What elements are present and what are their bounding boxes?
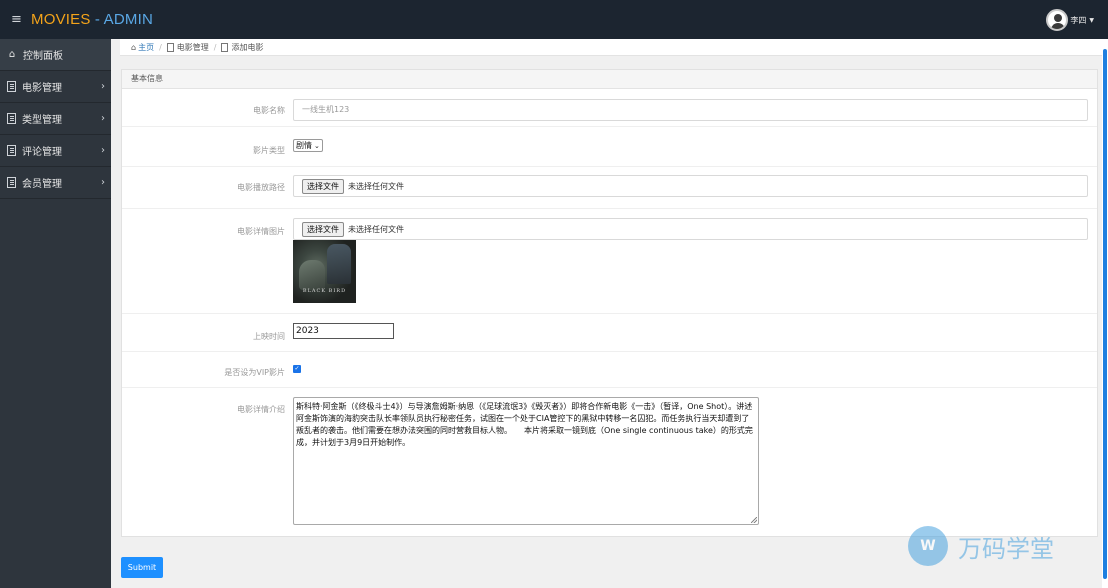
breadcrumb-current: 添加电影 [231,42,264,52]
image-label: 电影详情图片 [237,227,285,236]
intro-text: 斯科特·阿金斯（《终极斗士4》）与导演詹姆斯·纳恩（《足球流氓3》《毁灭者》）即… [296,402,753,447]
form-row-name: 电影名称 一线生机123 [122,90,1097,127]
name-label: 电影名称 [253,106,285,115]
brand-part1: MOVIES [31,11,91,28]
avatar-icon [1046,9,1069,31]
page-scrollbar[interactable] [1102,39,1108,588]
chevron-right-icon: › [101,81,105,92]
form-row-vip: 是否设为VIP影片 ✓ [122,352,1097,388]
release-date-label: 上映时间 [253,332,285,341]
document-icon [7,113,16,124]
document-icon [7,81,16,92]
movie-name-input[interactable]: 一线生机123 [293,99,1088,121]
sidebar-item-comments[interactable]: 评论管理 › [0,135,111,167]
movie-type-select[interactable]: 剧情 ⌄ [293,139,323,152]
form-row-image: 电影详情图片 选择文件 未选择任何文件 BLACK BIRD [122,209,1097,314]
no-file-text: 未选择任何文件 [348,224,404,234]
watermark-logo-icon: W [908,526,948,566]
document-icon [166,42,174,52]
vip-checkbox[interactable]: ✓ [293,365,301,373]
basic-info-panel: 基本信息 电影名称 一线生机123 影片类型 剧情 ⌄ 电影播放路径 选择文件 … [121,69,1098,537]
document-icon [7,177,16,188]
form-row-video: 电影播放路径 选择文件 未选择任何文件 [122,167,1097,209]
watermark: W 万码学堂 [908,526,1054,566]
movie-poster-thumbnail: BLACK BIRD [293,240,356,303]
main-content: ⌂ 主页 / 电影管理 / 添加电影 基本信息 电影名称 一线生机123 影片类… [111,39,1102,588]
user-menu[interactable]: 李四 ▼ [1046,9,1094,31]
sidebar-item-label: 类型管理 [22,115,62,126]
brand-logo[interactable]: MOVIES - ADMIN [31,11,153,28]
watermark-text: 万码学堂 [958,534,1054,563]
form-row-intro: 电影详情介绍 斯科特·阿金斯（《终极斗士4》）与导演詹姆斯·纳恩（《足球流氓3》… [122,388,1097,536]
choose-file-button[interactable]: 选择文件 [302,221,344,237]
release-date-input[interactable]: 2023 [293,323,394,339]
sidebar-item-types[interactable]: 类型管理 › [0,103,111,135]
resize-grip-icon[interactable] [751,517,757,523]
video-file-input[interactable]: 选择文件 未选择任何文件 [293,175,1088,197]
form-row-date: 上映时间 2023 [122,314,1097,352]
menu-toggle-icon[interactable]: ≡ [11,12,25,27]
poster-title: BLACK BIRD [302,288,347,294]
type-label: 影片类型 [253,146,285,155]
caret-down-icon: ▼ [1089,16,1094,24]
sidebar-item-label: 会员管理 [22,179,62,190]
breadcrumb: ⌂ 主页 / 电影管理 / 添加电影 [120,39,1102,56]
sidebar-item-dashboard[interactable]: ⌂ 控制面板 [0,39,111,71]
chevron-right-icon: › [101,113,105,124]
sidebar-item-label: 电影管理 [22,83,62,94]
intro-label: 电影详情介绍 [237,405,285,414]
no-file-text: 未选择任何文件 [348,181,404,191]
image-file-input[interactable]: 选择文件 未选择任何文件 [293,218,1088,240]
sidebar-item-label: 评论管理 [22,147,62,158]
sidebar: ⌂ 控制面板 电影管理 › 类型管理 › 评论管理 › 会员管理 › [0,39,111,588]
scrollbar-thumb[interactable] [1103,49,1107,579]
panel-title: 基本信息 [122,70,1097,89]
sidebar-item-label: 控制面板 [23,51,63,62]
form-row-type: 影片类型 剧情 ⌄ [122,127,1097,167]
chevron-right-icon: › [101,177,105,188]
top-navbar: ≡ MOVIES - ADMIN 李四 ▼ [0,0,1108,39]
home-icon: ⌂ [8,49,16,60]
breadcrumb-separator: / [159,42,162,52]
sidebar-item-movies[interactable]: 电影管理 › [0,71,111,103]
breadcrumb-home-link[interactable]: 主页 [138,42,154,53]
edit-icon [221,42,229,52]
vip-label: 是否设为VIP影片 [224,368,285,377]
video-path-label: 电影播放路径 [237,183,285,192]
choose-file-button[interactable]: 选择文件 [302,178,344,194]
home-icon: ⌂ [131,42,137,52]
submit-button[interactable]: Submit [121,557,163,578]
breadcrumb-section: 电影管理 [176,42,209,52]
chevron-down-icon: ⌄ [314,141,320,150]
intro-textarea[interactable]: 斯科特·阿金斯（《终极斗士4》）与导演詹姆斯·纳恩（《足球流氓3》《毁灭者》）即… [293,397,759,525]
breadcrumb-separator: / [213,42,217,52]
sidebar-item-members[interactable]: 会员管理 › [0,167,111,199]
chevron-right-icon: › [101,145,105,156]
movie-type-value: 剧情 [296,141,312,150]
brand-part2: - ADMIN [90,11,153,28]
user-name: 李四 [1070,15,1087,25]
document-icon [7,145,16,156]
